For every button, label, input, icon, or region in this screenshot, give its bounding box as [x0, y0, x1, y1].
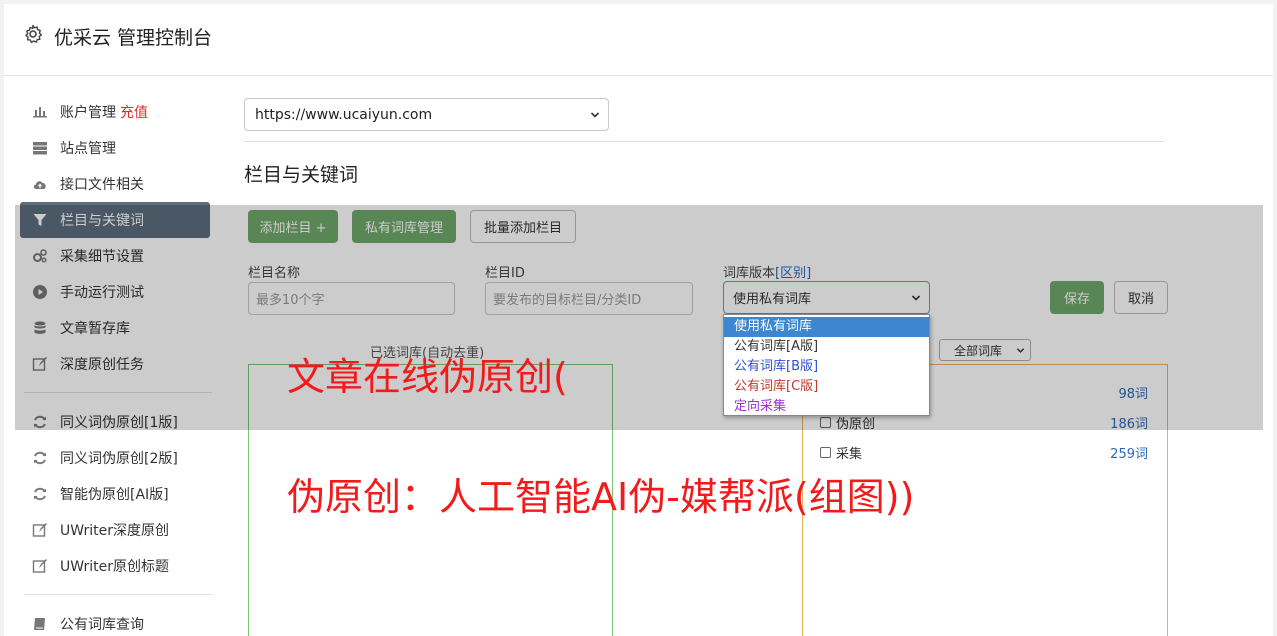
sidebar: 账户管理 充值 站点管理 接口文件相关 栏目与关键词 采集细节设置 手动运行测试…: [20, 94, 212, 636]
gear-icon: [25, 24, 42, 44]
sidebar-item-synonym-v2[interactable]: 同义词伪原创[2版]: [20, 440, 210, 476]
chevron-down-icon: [590, 112, 600, 118]
play-icon: [33, 285, 47, 299]
sidebar-item-account[interactable]: 账户管理 充值: [20, 94, 210, 130]
site-select-value: https://www.ucaiyun.com: [255, 106, 433, 123]
sidebar-item-label: 采集细节设置: [60, 249, 144, 265]
header: 优采云 管理控制台: [4, 4, 1273, 76]
sidebar-item-synonym-v1[interactable]: 同义词伪原创[1版]: [20, 404, 210, 440]
dropdown-option[interactable]: 公有词库[A版]: [724, 337, 929, 357]
sidebar-item-manual-run[interactable]: 手动运行测试: [20, 274, 210, 310]
column-id-label: 栏目ID: [485, 266, 525, 281]
column-name-label: 栏目名称: [248, 266, 301, 281]
bar-chart-icon: [33, 107, 47, 118]
add-column-button[interactable]: 添加栏目 +: [248, 210, 338, 243]
column-name-input[interactable]: 最多10个字: [248, 282, 455, 315]
dict-count: 259词: [1110, 447, 1148, 462]
dict-filter-value: 全部词库: [954, 343, 1003, 358]
sidebar-item-label: 同义词伪原创[1版]: [60, 415, 178, 431]
dict-name: 采集: [836, 447, 863, 462]
dict-version-dropdown[interactable]: 使用私有词库 公有词库[A版] 公有词库[B版] 公有词库[C版] 定向采集: [723, 314, 930, 416]
sidebar-item-interface-files[interactable]: 接口文件相关: [20, 166, 210, 202]
column-id-input[interactable]: 要发布的目标栏目/分类ID: [485, 282, 693, 315]
sidebar-item-article-storage[interactable]: 文章暂存库: [20, 310, 210, 346]
sidebar-item-label: 手动运行测试: [60, 285, 144, 301]
chevron-down-icon: [1016, 348, 1025, 353]
dropdown-option[interactable]: 公有词库[B版]: [724, 357, 929, 377]
dict-version-select[interactable]: 使用私有词库: [723, 281, 930, 314]
chevron-down-icon: [911, 295, 921, 301]
watermark-line-2: 伪原创：人工智能AI伪-媒帮派(组图)): [287, 475, 915, 519]
sidebar-item-label: 智能伪原创[AI版]: [60, 487, 169, 503]
gears-icon: [33, 249, 47, 263]
dict-version-label-text: 词库版本: [723, 266, 776, 281]
cloud-upload-icon: [33, 181, 46, 189]
dict-version-value: 使用私有词库: [733, 292, 812, 307]
edit-icon: [32, 559, 47, 573]
recharge-link[interactable]: 充值: [120, 102, 148, 122]
save-button[interactable]: 保存: [1050, 281, 1104, 314]
sidebar-item-label: 接口文件相关: [60, 177, 144, 193]
sidebar-item-label: 同义词伪原创[2版]: [60, 451, 178, 467]
difference-link[interactable]: [区别]: [775, 266, 811, 281]
sidebar-item-smart-ai[interactable]: 智能伪原创[AI版]: [20, 476, 210, 512]
dict-checkbox[interactable]: [820, 447, 831, 458]
private-dict-button[interactable]: 私有词库管理: [352, 210, 456, 243]
section-title: 栏目与关键词: [244, 164, 359, 186]
database-icon: [34, 321, 46, 334]
sidebar-item-collect-settings[interactable]: 采集细节设置: [20, 238, 210, 274]
dropdown-option[interactable]: 公有词库[C版]: [724, 377, 929, 397]
refresh-icon: [34, 451, 46, 465]
sidebar-item-label: UWriter原创标题: [60, 559, 169, 575]
sidebar-item-label: UWriter深度原创: [60, 523, 169, 539]
edit-icon: [32, 357, 47, 371]
batch-add-button[interactable]: 批量添加栏目: [470, 210, 576, 243]
watermark-line-1: 文章在线伪原创(: [287, 355, 568, 399]
sidebar-item-label: 站点管理: [60, 141, 116, 157]
sidebar-item-columns-keywords[interactable]: 栏目与关键词: [20, 202, 210, 238]
dict-count: 98词: [1118, 387, 1148, 402]
edit-icon: [32, 523, 47, 537]
filter-icon: [33, 214, 47, 226]
refresh-icon: [34, 487, 46, 501]
cancel-button[interactable]: 取消: [1114, 281, 1168, 314]
server-icon: [33, 142, 47, 155]
dropdown-option[interactable]: 定向采集: [724, 397, 929, 417]
dict-version-label: 词库版本[区别]: [723, 262, 811, 281]
sidebar-item-label: 账户管理: [60, 105, 116, 121]
sidebar-divider: [24, 392, 212, 393]
sidebar-item-label: 深度原创任务: [60, 357, 144, 373]
divider: [244, 141, 1164, 142]
sidebar-item-uwriter-title[interactable]: UWriter原创标题: [20, 548, 210, 584]
sidebar-item-uwriter-deep[interactable]: UWriter深度原创: [20, 512, 210, 548]
sidebar-item-deep-original-tasks[interactable]: 深度原创任务: [20, 346, 210, 382]
sidebar-item-public-dict-query[interactable]: 公有词库查询: [20, 606, 210, 636]
refresh-icon: [34, 415, 46, 429]
sidebar-item-label: 公有词库查询: [60, 617, 144, 633]
sidebar-item-sites[interactable]: 站点管理: [20, 130, 210, 166]
sidebar-item-label: 文章暂存库: [60, 321, 130, 337]
app-title: 优采云 管理控制台: [54, 27, 213, 49]
dict-count: 186词: [1110, 417, 1148, 432]
dict-filter-select[interactable]: 全部词库: [939, 339, 1031, 361]
sidebar-divider: [24, 594, 212, 595]
book-icon: [34, 618, 45, 630]
dict-checkbox[interactable]: [820, 417, 831, 428]
site-select[interactable]: https://www.ucaiyun.com: [244, 98, 609, 131]
dict-item[interactable]: 采集: [820, 443, 862, 462]
dropdown-option[interactable]: 使用私有词库: [724, 317, 929, 337]
sidebar-item-label: 栏目与关键词: [60, 213, 144, 229]
